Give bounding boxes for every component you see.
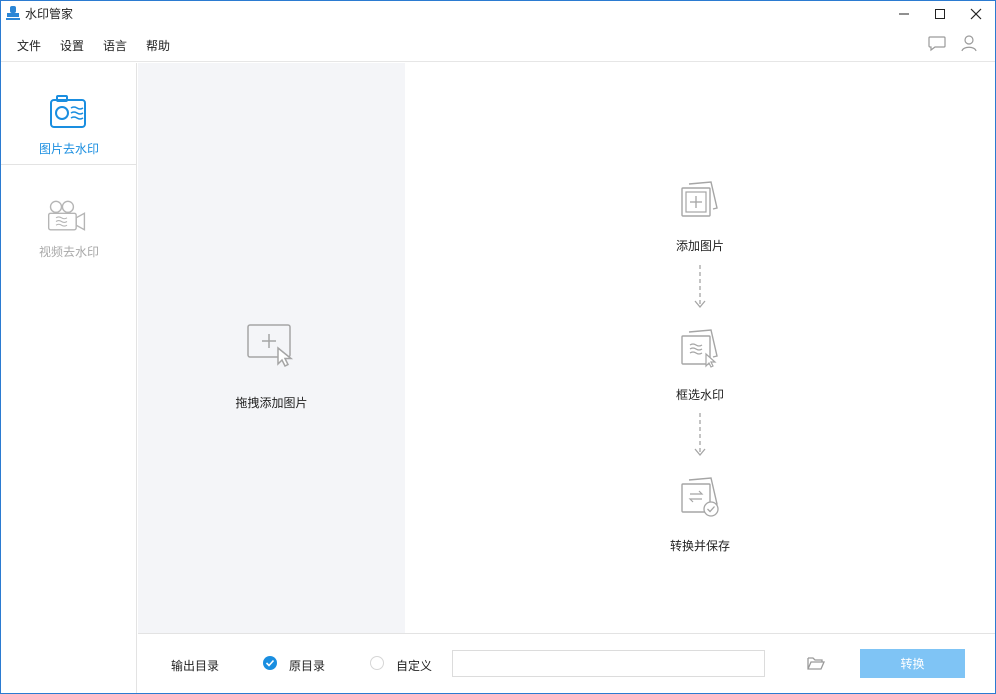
menu-help[interactable]: 帮助 — [146, 37, 170, 54]
radio-label-original[interactable]: 原目录 — [289, 657, 325, 674]
close-icon — [970, 8, 982, 19]
user-icon[interactable] — [959, 33, 979, 53]
sidebar-item-image-watermark[interactable]: 图片去水印 — [1, 65, 137, 165]
steps-panel: 添加图片 框选水印 转换并保存 — [405, 63, 995, 633]
title-bar: 水印管家 — [1, 1, 995, 26]
checkmark-icon — [265, 659, 275, 667]
menu-settings[interactable]: 设置 — [60, 37, 84, 54]
output-bar: 输出目录 原目录 自定义 转换 — [138, 633, 995, 693]
sidebar-label-video-watermark: 视频去水印 — [38, 245, 99, 259]
step-label-add-image: 添加图片 — [675, 239, 724, 253]
chat-icon[interactable] — [927, 33, 947, 53]
close-button[interactable] — [961, 1, 991, 26]
step-label-select-watermark: 框选水印 — [675, 388, 724, 402]
sidebar: 图片去水印 视频去水印 — [1, 63, 137, 693]
sidebar-item-video-watermark[interactable]: 视频去水印 — [1, 166, 137, 266]
video-camera-icon — [47, 200, 86, 231]
output-directory-label: 输出目录 — [171, 659, 220, 673]
sidebar-label-image-watermark: 图片去水印 — [38, 142, 99, 156]
convert-button[interactable]: 转换 — [860, 649, 965, 678]
maximize-button[interactable] — [925, 1, 955, 26]
app-logo-icon — [6, 6, 20, 20]
window-title: 水印管家 — [25, 7, 74, 21]
radio-original-directory[interactable] — [263, 656, 277, 670]
menu-bar: 文件 设置 语言 帮助 — [1, 26, 995, 62]
folder-open-icon[interactable] — [806, 653, 826, 673]
convert-save-icon — [681, 477, 719, 517]
minimize-icon — [899, 13, 909, 14]
maximize-icon — [935, 8, 945, 19]
app-window: 水印管家 文件 设置 语言 帮助 图片去水印 视频去水印 拖拽添加图片 添加图片… — [0, 0, 996, 694]
output-path-input[interactable] — [452, 650, 765, 677]
add-image-icon — [681, 181, 718, 217]
add-image-cursor-icon — [247, 324, 294, 368]
radio-custom-directory[interactable] — [370, 656, 384, 670]
menu-language[interactable]: 语言 — [103, 37, 127, 54]
radio-label-custom[interactable]: 自定义 — [396, 657, 432, 674]
minimize-button[interactable] — [889, 1, 919, 26]
photo-watermark-icon — [50, 95, 86, 128]
menu-file[interactable]: 文件 — [17, 37, 41, 54]
arrow-down-icon — [694, 265, 706, 309]
select-watermark-icon — [681, 329, 718, 368]
image-drop-zone[interactable]: 拖拽添加图片 — [138, 63, 405, 633]
step-label-convert-save: 转换并保存 — [669, 539, 730, 553]
drop-zone-label: 拖拽添加图片 — [235, 396, 308, 410]
arrow-down-icon — [694, 413, 706, 457]
